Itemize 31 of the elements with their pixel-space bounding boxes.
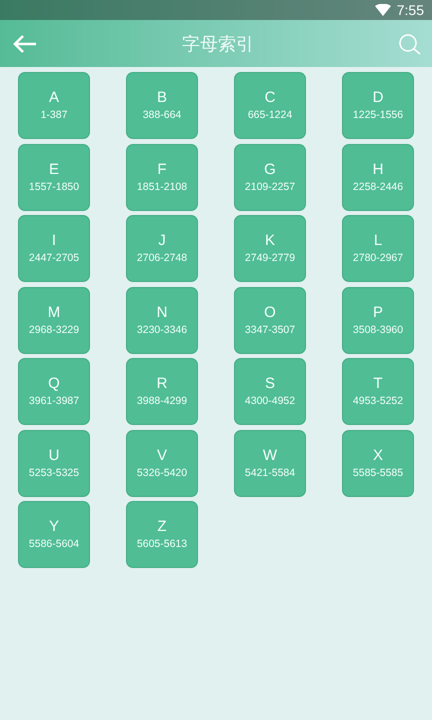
wifi-icon bbox=[374, 4, 391, 16]
letter-tile[interactable]: B 388-664 bbox=[126, 72, 198, 139]
letter-tile[interactable]: Z 5605-5613 bbox=[126, 501, 198, 568]
page-title: 字母索引 bbox=[182, 32, 254, 56]
letter-tile[interactable]: W 5421-5584 bbox=[234, 430, 306, 496]
letter-tile[interactable]: S 4300-4952 bbox=[234, 358, 306, 425]
letter-tile[interactable]: V 5326-5420 bbox=[126, 430, 198, 496]
letter-tile[interactable]: E 1557-1850 bbox=[18, 144, 90, 210]
letter-tile[interactable]: T 4953-5252 bbox=[342, 358, 414, 425]
letter-tile[interactable]: I 2447-2705 bbox=[18, 215, 90, 282]
letter-tile[interactable]: F 1851-2108 bbox=[126, 144, 198, 210]
letter-tile[interactable]: L 2780-2967 bbox=[342, 215, 414, 282]
letter-tile[interactable]: P 3508-3960 bbox=[342, 286, 414, 354]
status-time: 7:55 bbox=[396, 2, 424, 18]
letter-tile[interactable]: Y 5586-5604 bbox=[18, 501, 90, 568]
letter-tile[interactable]: O 3347-3507 bbox=[234, 286, 306, 354]
letter-tile[interactable]: G 2109-2257 bbox=[234, 144, 306, 210]
back-arrow-icon[interactable] bbox=[12, 34, 38, 54]
letter-tile[interactable]: Q 3961-3987 bbox=[18, 358, 90, 425]
letter-tile[interactable]: K 2749-2779 bbox=[234, 215, 306, 282]
letter-tile[interactable]: A 1-387 bbox=[18, 72, 90, 139]
search-icon[interactable] bbox=[398, 32, 422, 54]
letter-tile[interactable]: X 5585-5585 bbox=[342, 430, 414, 496]
letter-tile[interactable]: H 2258-2446 bbox=[342, 144, 414, 210]
letter-tile[interactable]: C 665-1224 bbox=[234, 72, 306, 139]
letter-tile[interactable]: R 3988-4299 bbox=[126, 358, 198, 425]
letter-tile[interactable]: U 5253-5325 bbox=[18, 430, 90, 496]
letter-tile[interactable]: M 2968-3229 bbox=[18, 286, 90, 354]
letter-tile[interactable]: J 2706-2748 bbox=[126, 215, 198, 282]
letter-tile[interactable]: N 3230-3346 bbox=[126, 286, 198, 354]
letter-tile[interactable]: D 1225-1556 bbox=[342, 72, 414, 139]
